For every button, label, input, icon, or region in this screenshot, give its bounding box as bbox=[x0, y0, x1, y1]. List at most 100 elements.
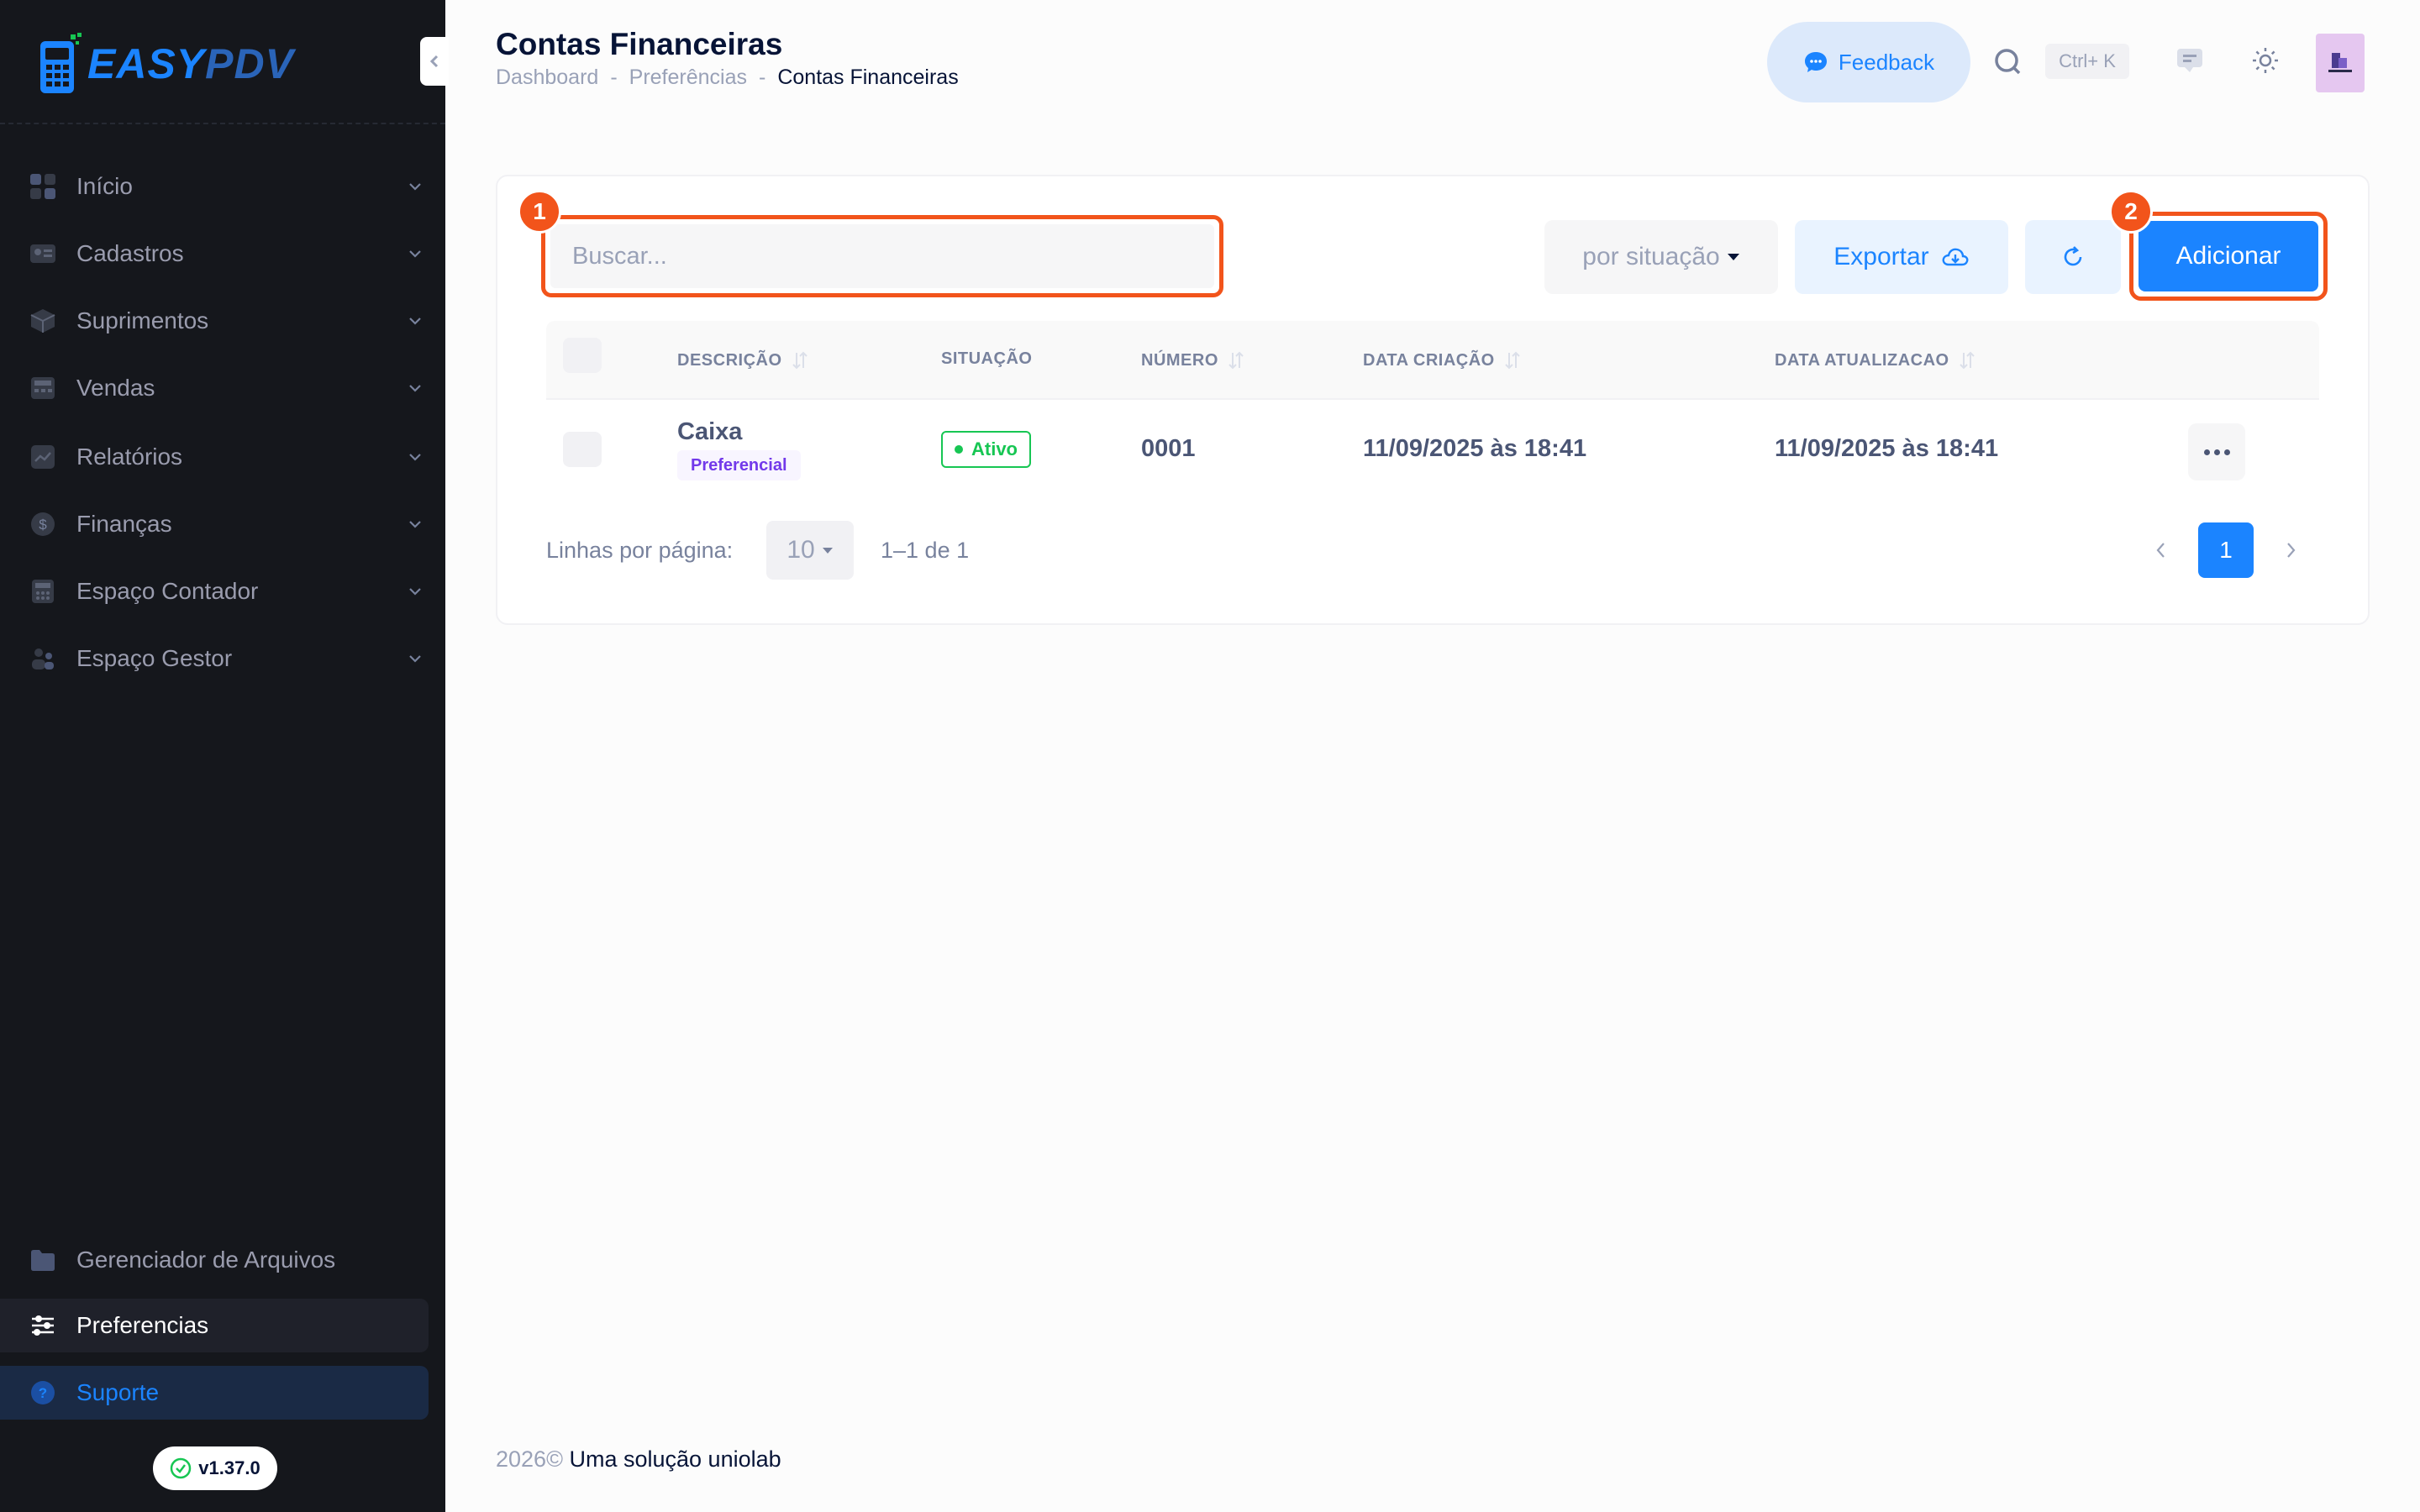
preferential-tag: Preferencial bbox=[677, 450, 801, 480]
people-icon bbox=[32, 648, 54, 669]
column-header-situacao: SITUAÇÃO bbox=[941, 349, 1032, 369]
chat-bubble-icon bbox=[1804, 52, 1827, 72]
status-label: Ativo bbox=[971, 438, 1018, 459]
app-logo[interactable]: EASYPDV bbox=[39, 30, 294, 97]
column-header-descricao[interactable]: DESCRIÇÃO bbox=[677, 349, 809, 371]
row-actions-button[interactable] bbox=[2188, 423, 2245, 480]
search-icon[interactable] bbox=[1991, 45, 2025, 79]
export-label: Exportar bbox=[1833, 243, 1929, 270]
sort-icon bbox=[792, 351, 808, 370]
cell-data-atualizacao: 11/09/2025 às 18:41 bbox=[1775, 435, 1999, 462]
chart-line-icon bbox=[31, 445, 55, 469]
page-title: Contas Financeiras bbox=[496, 27, 783, 61]
status-badge: Ativo bbox=[941, 431, 1031, 468]
column-header-label: DESCRIÇÃO bbox=[677, 350, 782, 370]
user-avatar[interactable] bbox=[2316, 34, 2365, 92]
status-filter-dropdown[interactable]: por situação bbox=[1544, 220, 1778, 294]
sidebar-item-suporte[interactable]: ? Suporte bbox=[0, 1366, 429, 1420]
breadcrumb-item-preferencias[interactable]: Preferências bbox=[629, 66, 747, 90]
previous-page-button[interactable] bbox=[2146, 536, 2175, 564]
rows-per-page-value: 10 bbox=[786, 536, 815, 564]
sidebar-item-espaco-contador[interactable]: Espaço Contador bbox=[0, 564, 445, 618]
sidebar-item-label: Vendas bbox=[76, 375, 155, 401]
refresh-icon bbox=[2064, 246, 2082, 266]
chevron-down-icon bbox=[409, 454, 421, 461]
sidebar-collapse-button[interactable] bbox=[420, 37, 449, 86]
dollar-icon: $ bbox=[31, 512, 55, 536]
select-all-checkbox[interactable] bbox=[563, 338, 602, 373]
messages-button[interactable] bbox=[2171, 42, 2208, 79]
breadcrumb-item-current: Contas Financeiras bbox=[777, 66, 959, 89]
sidebar-item-label: Espaço Gestor bbox=[76, 645, 233, 671]
add-button[interactable]: Adicionar bbox=[2139, 221, 2318, 291]
sidebar-item-espaco-gestor[interactable]: Espaço Gestor bbox=[0, 632, 445, 685]
sidebar-item-label: Preferencias bbox=[76, 1312, 209, 1338]
status-filter-label: por situação bbox=[1582, 243, 1720, 270]
column-header-label: NÚMERO bbox=[1141, 350, 1218, 370]
sort-icon bbox=[1959, 351, 1975, 370]
step-badge-1: 1 bbox=[518, 190, 561, 234]
sidebar-item-suprimentos[interactable]: Suprimentos bbox=[0, 294, 445, 348]
svg-text:$: $ bbox=[39, 517, 47, 533]
sort-icon bbox=[1505, 351, 1520, 370]
folder-icon bbox=[31, 1250, 55, 1271]
sidebar-item-financas[interactable]: $ Finanças bbox=[0, 497, 445, 551]
feedback-button[interactable]: Feedback bbox=[1767, 22, 1970, 102]
rows-per-page-select[interactable]: 10 bbox=[766, 521, 854, 580]
step-badge-2: 2 bbox=[2109, 190, 2153, 234]
sidebar-divider bbox=[0, 123, 445, 124]
sidebar-item-label: Gerenciador de Arquivos bbox=[76, 1247, 336, 1273]
column-header-data-atualizacao[interactable]: DATA ATUALIZACAO bbox=[1775, 349, 1976, 371]
sidebar-item-cadastros[interactable]: Cadastros bbox=[0, 227, 445, 281]
column-header-label: DATA ATUALIZACAO bbox=[1775, 350, 1949, 370]
chevron-down-icon bbox=[409, 588, 421, 596]
footer: 2026© Uma solução uniolab bbox=[496, 1446, 781, 1473]
pos-terminal-logo-icon bbox=[40, 33, 82, 93]
sidebar-item-label: Suprimentos bbox=[76, 307, 209, 333]
search-input[interactable] bbox=[550, 224, 1214, 288]
version-badge: v1.37.0 bbox=[153, 1446, 277, 1490]
check-circle-icon bbox=[171, 1457, 192, 1479]
status-dot-icon bbox=[955, 445, 963, 454]
sidebar-item-relatorios[interactable]: Relatórios bbox=[0, 430, 445, 484]
sidebar-item-inicio[interactable]: Início bbox=[0, 160, 445, 213]
caret-down-icon bbox=[822, 547, 833, 554]
version-text: v1.37.0 bbox=[198, 1457, 260, 1478]
question-icon: ? bbox=[31, 1381, 55, 1404]
export-button[interactable]: Exportar bbox=[1795, 220, 2008, 294]
breadcrumb-item-dashboard[interactable]: Dashboard bbox=[496, 66, 598, 90]
row-checkbox[interactable] bbox=[563, 432, 602, 467]
theme-toggle-button[interactable] bbox=[2247, 42, 2284, 79]
table-row: Caixa Preferencial Ativo 0001 11/09/2025… bbox=[546, 400, 2319, 501]
sidebar-item-preferencias[interactable]: Preferencias bbox=[0, 1299, 429, 1352]
search-shortcut-hint: Ctrl+ K bbox=[2045, 44, 2129, 79]
sidebar-item-label: Início bbox=[76, 173, 133, 199]
cell-descricao[interactable]: Caixa bbox=[677, 418, 742, 446]
chevron-down-icon bbox=[409, 521, 421, 528]
feedback-label: Feedback bbox=[1838, 49, 1935, 75]
chevron-down-icon bbox=[409, 655, 421, 663]
sidebar: EASYPDV Início Cadastros Suprimentos Ven… bbox=[0, 0, 449, 1512]
footer-brand-link[interactable]: Uma solução uniolab bbox=[569, 1446, 781, 1472]
refresh-button[interactable] bbox=[2025, 220, 2121, 294]
sun-icon bbox=[2253, 48, 2278, 73]
dot-icon bbox=[2223, 449, 2230, 455]
breadcrumb-separator: - bbox=[759, 66, 766, 89]
caret-down-icon bbox=[1727, 254, 1739, 260]
sidebar-item-vendas[interactable]: Vendas bbox=[0, 361, 445, 415]
chevron-down-icon bbox=[409, 385, 421, 392]
column-header-numero[interactable]: NÚMERO bbox=[1141, 349, 1245, 371]
next-page-button[interactable] bbox=[2277, 536, 2306, 564]
sidebar-item-label: Finanças bbox=[76, 511, 172, 537]
chevron-down-icon bbox=[409, 318, 421, 325]
logo-text-pdv: PDV bbox=[205, 40, 294, 87]
chevron-down-icon bbox=[409, 250, 421, 258]
sidebar-item-gerenciador-arquivos[interactable]: Gerenciador de Arquivos bbox=[0, 1233, 445, 1287]
dot-icon bbox=[2203, 449, 2210, 455]
sliders-icon bbox=[32, 1315, 54, 1336]
column-header-data-criacao[interactable]: DATA CRIAÇÃO bbox=[1363, 349, 1522, 371]
logo-text-easy: EASY bbox=[87, 40, 206, 87]
pagination-range: 1–1 de 1 bbox=[881, 538, 970, 563]
sidebar-item-label: Suporte bbox=[76, 1379, 160, 1405]
page-button-current[interactable]: 1 bbox=[2198, 522, 2254, 578]
